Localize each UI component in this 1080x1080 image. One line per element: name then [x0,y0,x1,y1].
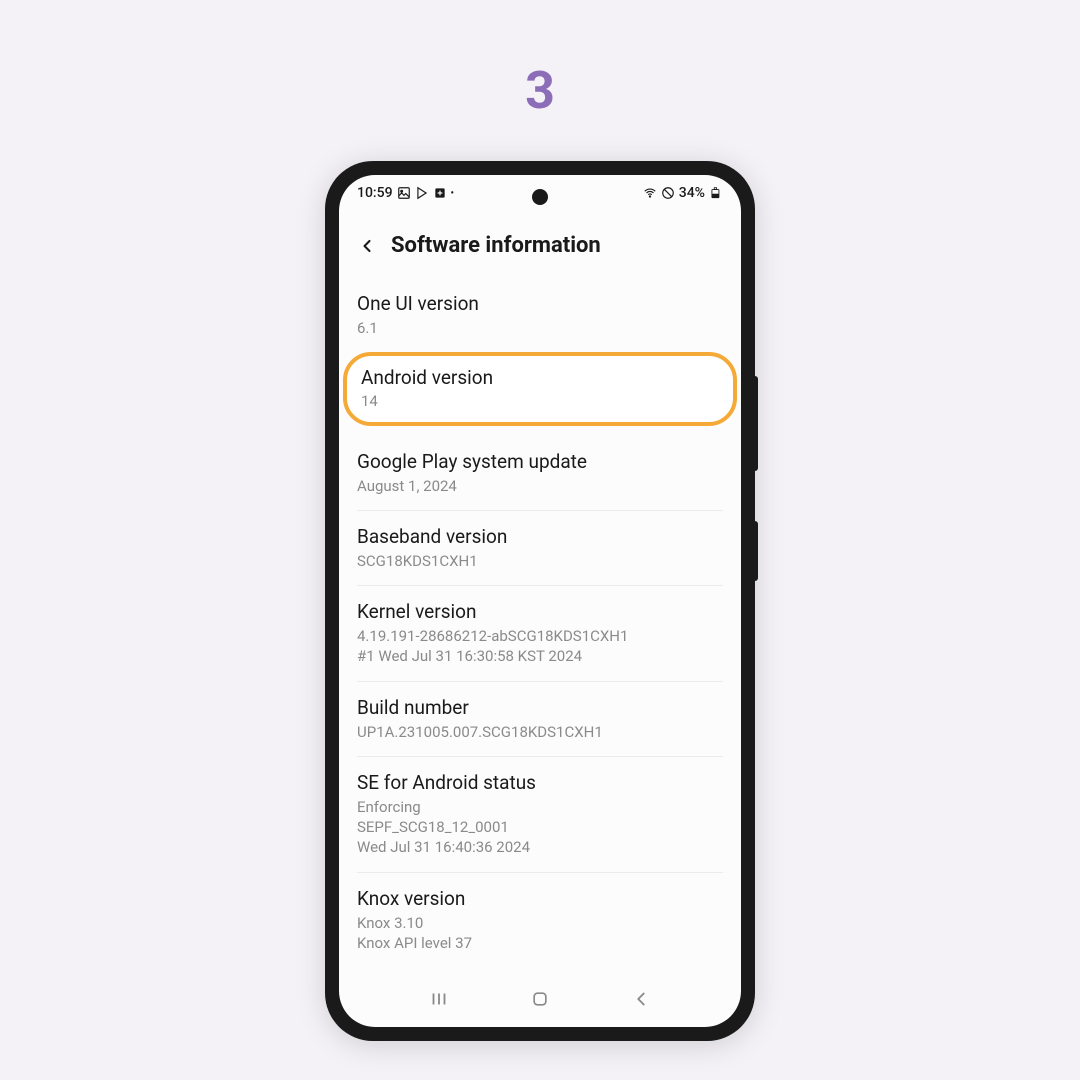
plus-icon [433,186,447,200]
navigation-bar [339,975,741,1027]
side-button [754,376,758,471]
item-kernel-version[interactable]: Kernel version 4.19.191-28686212-abSCG18… [357,586,723,682]
item-value: 14 [361,391,719,411]
header: Software information [339,205,741,278]
battery-icon [709,186,723,200]
nav-home-button[interactable] [526,985,554,1013]
camera-notch [532,189,548,205]
item-knox-version[interactable]: Knox version Knox 3.10 Knox API level 37 [357,873,723,968]
wifi-icon [643,186,657,200]
item-label: Build number [357,696,723,719]
status-dot: • [451,188,455,199]
item-value: 4.19.191-28686212-abSCG18KDS1CXH1 #1 Wed… [357,626,723,667]
content: One UI version 6.1 Android version 14 Go… [339,278,741,975]
item-label: Kernel version [357,600,723,623]
item-one-ui-version[interactable]: One UI version 6.1 [357,278,723,348]
status-battery: 34% [679,185,705,201]
item-label: SE for Android status [357,771,723,794]
item-label: One UI version [357,292,723,315]
nav-recents-button[interactable] [425,985,453,1013]
item-se-android-status[interactable]: SE for Android status Enforcing SEPF_SCG… [357,757,723,873]
page-title: Software information [391,233,601,258]
item-value: August 1, 2024 [357,476,723,496]
item-label: Android version [361,366,719,389]
back-icon[interactable] [357,236,377,256]
item-google-play-update[interactable]: Google Play system update August 1, 2024 [357,436,723,511]
play-store-icon [415,186,429,200]
item-value: SCG18KDS1CXH1 [357,551,723,571]
item-value: 6.1 [357,318,723,338]
item-build-number[interactable]: Build number UP1A.231005.007.SCG18KDS1CX… [357,682,723,757]
no-signal-icon [661,186,675,200]
item-label: Knox version [357,887,723,910]
screen: 10:59 • 34% Software information One UI … [339,175,741,1027]
step-number: 3 [525,60,555,121]
item-android-version[interactable]: Android version 14 [343,352,737,425]
item-baseband-version[interactable]: Baseband version SCG18KDS1CXH1 [357,511,723,586]
item-value: Knox 3.10 Knox API level 37 [357,913,723,954]
phone-frame: 10:59 • 34% Software information One UI … [325,161,755,1041]
item-value: UP1A.231005.007.SCG18KDS1CXH1 [357,722,723,742]
status-time: 10:59 [357,185,393,201]
item-label: Google Play system update [357,450,723,473]
item-value: Enforcing SEPF_SCG18_12_0001 Wed Jul 31 … [357,797,723,858]
item-label: Baseband version [357,525,723,548]
image-icon [397,186,411,200]
side-button [754,521,758,581]
nav-back-button[interactable] [627,985,655,1013]
